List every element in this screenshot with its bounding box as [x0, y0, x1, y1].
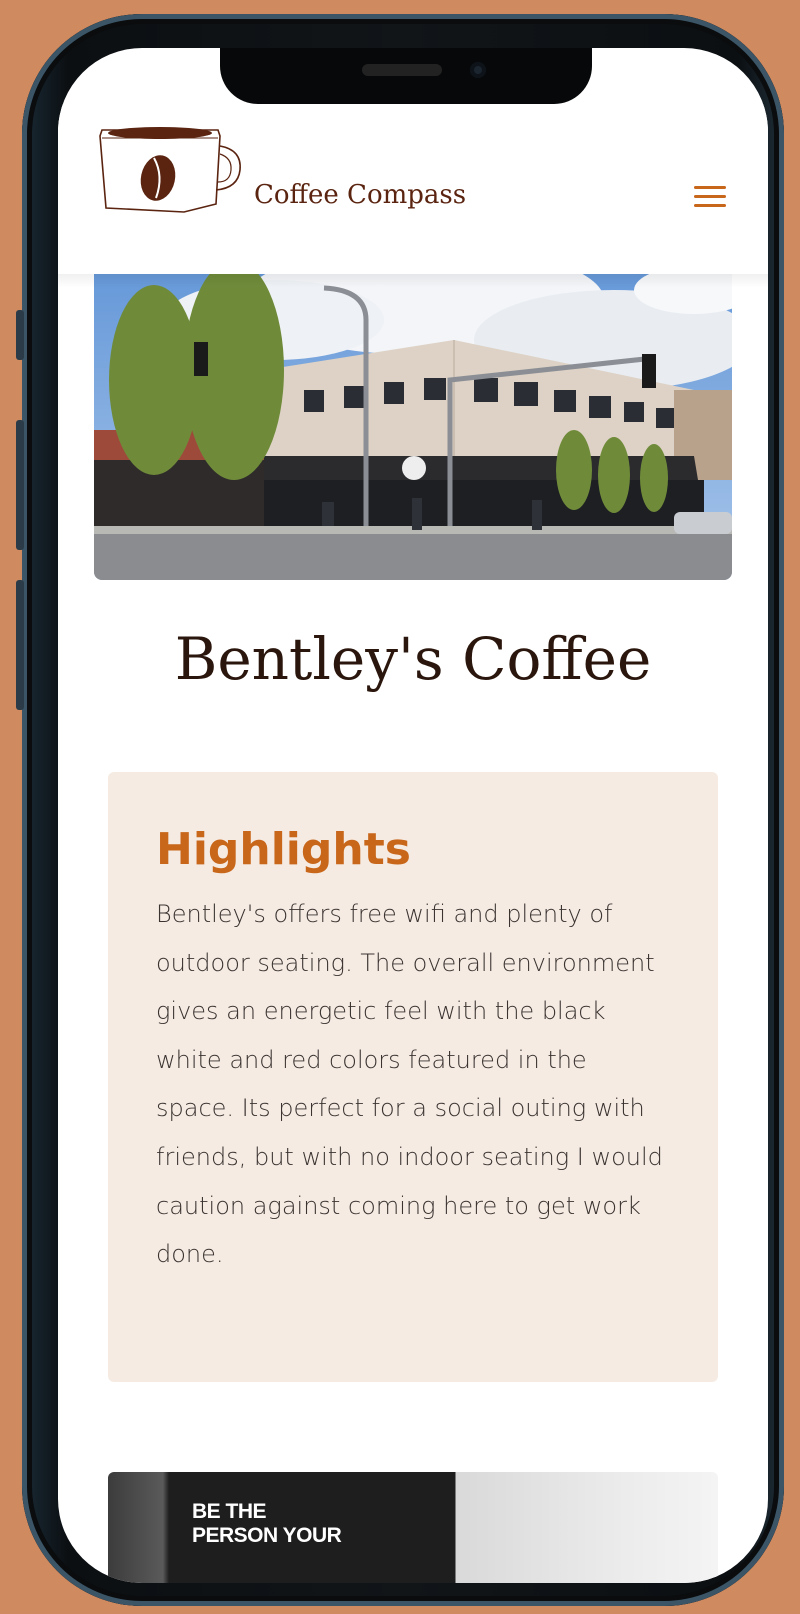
- brand-name[interactable]: Coffee Compass: [254, 182, 466, 208]
- hamburger-menu-icon[interactable]: [694, 186, 726, 210]
- phone-volume-up-button: [16, 420, 24, 550]
- site-header: Coffee Compass: [58, 104, 768, 274]
- speaker-grille: [362, 64, 442, 76]
- poster-line-1: BE THE: [192, 1500, 267, 1523]
- poster-text: BE THE PERSON YOUR: [192, 1500, 342, 1548]
- phone-side-button: [16, 310, 24, 360]
- phone-volume-down-button: [16, 580, 24, 710]
- interior-photo: BE THE PERSON YOUR: [108, 1472, 718, 1583]
- poster-line-2: PERSON YOUR: [192, 1524, 342, 1547]
- highlights-heading: Highlights: [156, 824, 411, 875]
- highlights-body: Bentley's offers free wifi and plenty of…: [156, 900, 663, 1269]
- coffee-mug-logo-icon[interactable]: [98, 118, 246, 218]
- shop-title: Bentley's Coffee: [174, 625, 652, 693]
- highlights-card: Highlights Bentley's offers free wifi an…: [108, 772, 718, 1382]
- phone-screen: Coffee Compass Bentley's Coffee Highligh…: [58, 48, 768, 1583]
- header-shadow: [58, 274, 768, 288]
- front-camera-icon: [470, 62, 486, 78]
- phone-notch: [220, 48, 592, 104]
